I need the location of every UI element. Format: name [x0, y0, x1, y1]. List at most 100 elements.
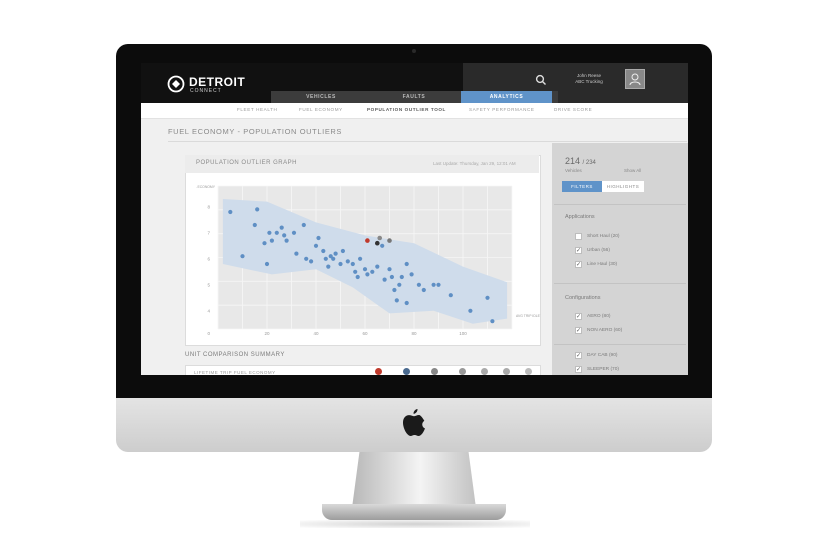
data-point: [468, 308, 473, 313]
data-point: [389, 274, 394, 280]
y-tick-label: 0: [207, 331, 210, 336]
data-point: [490, 319, 495, 324]
highlights-button[interactable]: HIGHLIGHTS: [602, 181, 644, 192]
data-point: [228, 209, 233, 215]
data-point: [262, 241, 267, 246]
checkbox-aero[interactable]: ✓: [575, 313, 582, 320]
data-point: [284, 238, 289, 243]
show-all-link[interactable]: Show All: [624, 168, 641, 173]
data-point: [255, 207, 260, 212]
checkbox-urban[interactable]: ✓: [575, 247, 582, 254]
summary-row-label: LIFETIME TRIP FUEL ECONOMY: [194, 370, 276, 375]
checkbox-sleeper[interactable]: ✓: [575, 366, 582, 373]
data-point: [338, 261, 343, 267]
checkbox-label: Short Haul (20): [587, 234, 620, 239]
data-point: [431, 282, 436, 287]
subnav-fuel-economy[interactable]: FUEL ECONOMY: [299, 107, 343, 112]
subnav-drive-score[interactable]: DRIVE SCORE: [554, 107, 592, 112]
vehicle-count: 214 / 234: [565, 156, 596, 166]
y-tick-label: 7: [207, 230, 210, 235]
subnav-fleet-health[interactable]: FLEET HEALTH: [237, 107, 277, 112]
tab-vehicles[interactable]: VEHICLES: [276, 91, 366, 103]
user-icon: [629, 73, 641, 86]
graph-title: POPULATION OUTLIER GRAPH: [196, 160, 297, 166]
stand-shadow: [300, 520, 530, 528]
summary-dot-blue[interactable]: [403, 368, 410, 375]
data-point: [353, 269, 358, 274]
app-screen: DETROIT CONNECT John Reese ABC Trucking …: [141, 63, 688, 375]
logo-icon: [167, 75, 185, 93]
summary-dot-red[interactable]: [375, 368, 382, 375]
data-point: [436, 282, 441, 287]
checkbox-label: NON AERO (60): [587, 328, 623, 333]
data-point: [267, 230, 272, 235]
summary-dot-gray[interactable]: [459, 368, 466, 375]
data-point: [333, 251, 338, 256]
applications-heading: Applications: [565, 214, 595, 220]
x-axis-label: AVG TRIP IDLE TIME: [516, 314, 541, 318]
checkbox-label: SLEEPER (70): [587, 367, 619, 372]
data-point: [274, 230, 279, 235]
data-point: [387, 267, 392, 272]
data-point: [355, 274, 360, 280]
data-point: [380, 243, 385, 248]
checkbox-day-cab[interactable]: ✓: [575, 352, 582, 359]
filters-button[interactable]: FILTERS: [562, 181, 602, 192]
data-point: [291, 230, 297, 235]
checkbox-label: Urban (56): [587, 248, 610, 253]
apple-logo-icon: [403, 409, 425, 436]
y-tick-label: 4: [207, 308, 210, 313]
data-point: [358, 256, 363, 261]
data-point: [392, 287, 397, 293]
subnav-population-outlier-tool[interactable]: POPULATION OUTLIER TOOL: [367, 107, 446, 112]
monitor-stand-neck: [352, 452, 476, 508]
summary-dot-gray[interactable]: [525, 368, 532, 375]
panel-divider: [554, 283, 686, 284]
checkbox-label: AERO (80): [587, 314, 611, 319]
data-point: [362, 267, 368, 272]
monitor-stand-foot: [322, 504, 506, 520]
tab-faults[interactable]: FAULTS: [369, 91, 459, 103]
data-point: [340, 248, 345, 254]
data-point: [404, 300, 409, 306]
highlight-point: [375, 240, 380, 246]
data-point: [326, 264, 331, 269]
subnav-safety-performance[interactable]: SAFETY PERFORMANCE: [469, 107, 535, 112]
data-point: [416, 282, 421, 287]
data-point: [279, 225, 284, 230]
vehicles-label: Vehicles: [565, 168, 582, 173]
checkbox-non-aero[interactable]: ✓: [575, 327, 582, 334]
brand-name[interactable]: DETROIT: [189, 75, 245, 89]
summary-dot-gray[interactable]: [431, 368, 438, 375]
y-tick-label: 5: [207, 282, 210, 287]
data-point: [304, 256, 309, 261]
data-point: [397, 282, 402, 287]
checkbox-short-haul[interactable]: [575, 233, 582, 240]
avatar[interactable]: [625, 69, 645, 89]
vehicle-count-total: / 234: [582, 160, 596, 166]
data-point: [409, 272, 414, 277]
search-icon[interactable]: [535, 74, 547, 86]
panel-divider: [554, 344, 686, 345]
data-point: [313, 243, 319, 248]
checkbox-line-haul[interactable]: ✓: [575, 261, 582, 268]
data-point: [394, 298, 399, 303]
data-point: [370, 269, 375, 274]
data-point: [264, 261, 270, 267]
scatter-plot[interactable]: 87654020406080100AVG TRIP FUEL ECONOMYAV…: [196, 176, 541, 341]
data-point: [309, 259, 314, 264]
highlight-point: [365, 238, 370, 243]
data-point: [399, 274, 404, 280]
configurations-heading: Configurations: [565, 295, 601, 301]
checkbox-label: Line Haul (30): [587, 262, 618, 267]
data-point: [404, 261, 409, 267]
graph-last-update: Last Update: Thursday, Jan 29, 12:01 AM: [433, 161, 516, 166]
data-point: [421, 287, 426, 293]
summary-dot-gray[interactable]: [503, 368, 510, 375]
x-tick-label: 20: [264, 331, 270, 336]
x-tick-label: 40: [313, 331, 319, 336]
data-point: [323, 256, 328, 261]
data-point: [316, 235, 321, 241]
tab-analytics[interactable]: ANALYTICS: [461, 91, 552, 103]
summary-dot-gray[interactable]: [481, 368, 488, 375]
